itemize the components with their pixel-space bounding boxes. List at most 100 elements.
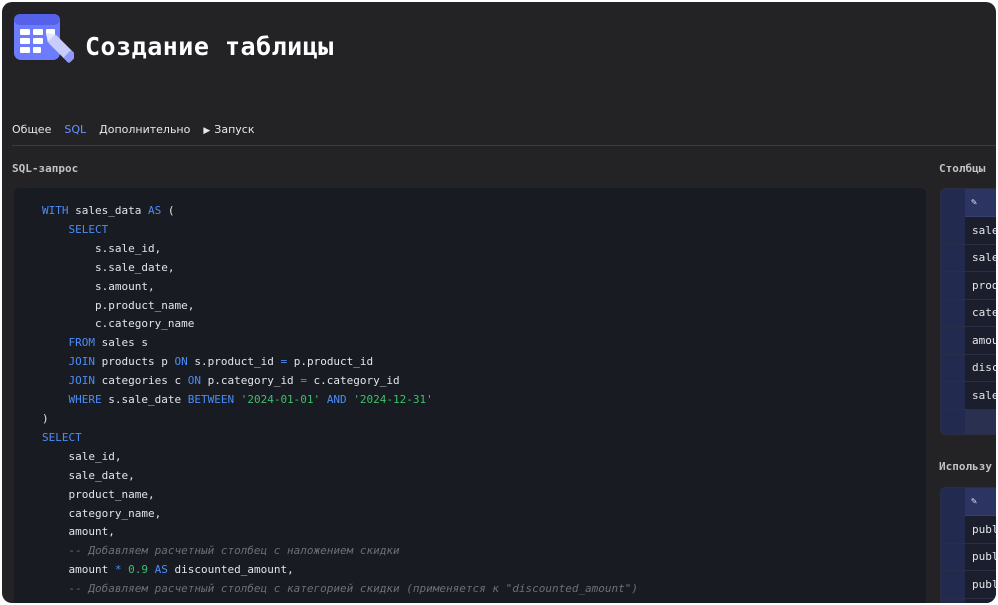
table-row[interactable]: amou — [941, 327, 996, 355]
edit-icon-glyph: ✎ — [971, 496, 978, 507]
code-token: JOIN — [68, 355, 96, 369]
table-row[interactable]: sale — [941, 217, 996, 245]
columns-table-footer — [941, 409, 996, 434]
code-line: JOIN products p ON s.product_id = p.prod… — [42, 353, 638, 372]
row-gutter — [941, 217, 965, 244]
code-token: '2024-12-31' — [353, 393, 433, 407]
row-gutter — [941, 299, 965, 326]
used-table-header: ✎ С — [941, 488, 996, 516]
code-line: JOIN categories c ON p.category_id = c.c… — [42, 372, 638, 391]
table-row[interactable]: publ — [941, 543, 996, 571]
row-cell: sale — [972, 223, 996, 237]
row-cell: publ — [972, 550, 996, 564]
tabs-divider — [12, 145, 996, 146]
code-token: JOIN — [68, 374, 96, 388]
code-line: -- Добавляем расчетный столбец с наложен… — [42, 542, 638, 561]
row-cell: publ — [972, 577, 996, 591]
table-row[interactable]: publ — [941, 598, 996, 603]
row-cell: cate — [972, 306, 996, 320]
code-token: ON — [187, 374, 201, 388]
used-section-label: Использу — [939, 460, 992, 473]
code-token: BETWEEN — [187, 393, 235, 407]
code-token: p.product_id — [287, 355, 374, 369]
edit-icon — [941, 189, 965, 217]
code-line: category_name, — [42, 505, 638, 524]
table-row[interactable]: prod — [941, 272, 996, 300]
code-token: amount, — [42, 525, 115, 539]
table-row[interactable]: disc — [941, 354, 996, 382]
table-row[interactable]: cate — [941, 299, 996, 327]
edit-icon — [941, 488, 965, 516]
columns-section-label: Столбцы — [939, 162, 986, 175]
code-line: -- Добавляем расчетный столбец с категор… — [42, 580, 639, 599]
code-line: WITH sales_data AS ( — [42, 202, 638, 221]
code-token: products p — [95, 355, 175, 369]
code-line: SELECT — [42, 221, 638, 240]
code-token: '2024-01-01' — [240, 393, 321, 407]
table-row[interactable]: publ — [941, 571, 996, 599]
code-token: ( — [161, 204, 175, 217]
row-gutter — [941, 382, 965, 409]
table-edit-icon — [14, 14, 74, 63]
columns-table: ✎ С sale sale prod cate amou disc sale — [940, 188, 996, 435]
table-row[interactable]: publ — [941, 516, 996, 544]
code-token: SELECT — [42, 430, 82, 444]
row-gutter — [941, 354, 965, 381]
table-row[interactable]: sale — [941, 382, 996, 410]
row-cell: disc — [972, 361, 996, 375]
code-token: WHERE — [68, 393, 102, 407]
code-line: s.amount, — [42, 278, 638, 297]
row-gutter — [941, 327, 965, 354]
table-row[interactable]: sale — [941, 244, 996, 272]
code-line: c.category_name — [42, 315, 638, 334]
row-cell: sale — [972, 251, 996, 265]
tab-sql[interactable]: SQL — [64, 120, 92, 144]
sql-section-label: SQL-запрос — [12, 162, 79, 175]
code-token: -- Добавляем расчетный столбец с наложен… — [68, 544, 400, 558]
code-line: SELECT — [42, 429, 638, 448]
code-line: FROM sales s — [42, 334, 638, 353]
code-token: s.sale_date, — [42, 260, 175, 274]
code-line: amount, — [42, 523, 638, 542]
tab-advanced[interactable]: Дополнительно — [99, 120, 196, 144]
code-token: product_name, — [42, 487, 155, 501]
code-line: product_name, — [42, 486, 638, 505]
tab-bar: Общее SQL Дополнительно ▶ Запуск — [12, 120, 267, 144]
code-line: amount * 0.9 AS discounted_amount, — [42, 561, 638, 580]
tab-general[interactable]: Общее — [12, 120, 57, 144]
code-token: SELECT — [68, 222, 109, 236]
tab-run[interactable]: ▶ Запуск — [203, 120, 260, 144]
code-token: amount — [42, 563, 115, 577]
code-line: sale_date, — [42, 467, 638, 486]
code-token: sales s — [95, 336, 148, 350]
code-token: s.product_id — [187, 355, 281, 369]
row-gutter — [941, 543, 965, 570]
code-token: ) — [42, 411, 49, 425]
sql-editor[interactable]: WITH sales_data AS ( SELECT s.sale_id, s… — [14, 188, 926, 603]
code-token: p.product_name, — [42, 298, 195, 312]
sql-code[interactable]: WITH sales_data AS ( SELECT s.sale_id, s… — [42, 202, 638, 599]
columns-table-header: ✎ С — [941, 189, 996, 217]
code-token: AS — [147, 204, 162, 217]
code-token: sale_id, — [42, 449, 122, 463]
app-window: Создание таблицы Общее SQL Дополнительно… — [2, 2, 996, 603]
row-gutter — [941, 598, 965, 603]
row-cell: sale — [972, 388, 996, 402]
code-token: s.sale_date — [101, 393, 188, 407]
code-token: AS — [154, 563, 168, 577]
row-cell: prod — [972, 278, 996, 292]
code-line: ) — [42, 410, 638, 429]
header: Создание таблицы — [2, 2, 996, 102]
row-gutter — [941, 244, 965, 271]
code-line: p.product_name, — [42, 297, 638, 316]
code-token: WITH — [42, 204, 69, 217]
code-token: 0.9 — [128, 563, 148, 577]
code-token: = — [300, 374, 307, 388]
